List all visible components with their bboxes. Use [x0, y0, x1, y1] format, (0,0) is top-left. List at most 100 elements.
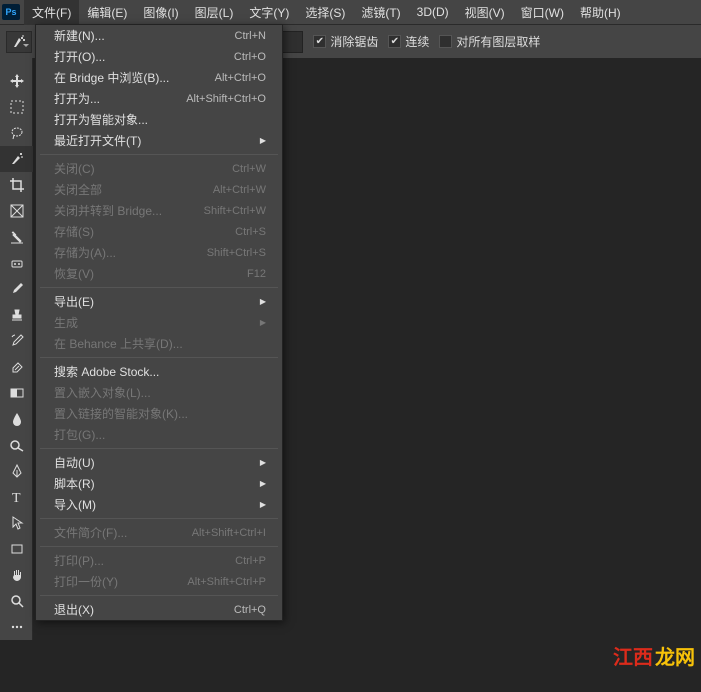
- menu-entry-label: 生成: [54, 314, 78, 331]
- all-layers-label: 对所有图层取样: [456, 33, 540, 50]
- menu-entry: 置入嵌入对象(L)...: [36, 382, 282, 403]
- menu-entry-label: 在 Bridge 中浏览(B)...: [54, 69, 169, 86]
- menu-entry[interactable]: 最近打开文件(T) ▶: [36, 130, 282, 151]
- tool-gradient[interactable]: [0, 380, 33, 406]
- menu-entry[interactable]: 新建(N)...Ctrl+N: [36, 25, 282, 46]
- menu-entry[interactable]: 退出(X) Ctrl+Q: [36, 599, 282, 620]
- menu-separator: [40, 546, 278, 547]
- menu-entry: 关闭全部Alt+Ctrl+W: [36, 179, 282, 200]
- menu-entry[interactable]: 导入(M)▶: [36, 494, 282, 515]
- menu-entry: 恢复(V)F12: [36, 263, 282, 284]
- menu-entry-shortcut: Alt+Ctrl+O: [215, 72, 266, 84]
- toolbox: T: [0, 58, 33, 640]
- menu-entry[interactable]: 打开(O)... Ctrl+O: [36, 46, 282, 67]
- menu-entry-shortcut: Ctrl+Q: [234, 604, 266, 616]
- tool-eyedropper[interactable]: [0, 224, 33, 250]
- tool-blur[interactable]: [0, 406, 33, 432]
- menu-entry-label: 自动(U): [54, 454, 95, 471]
- menu-entry: 关闭并转到 Bridge... Shift+Ctrl+W: [36, 200, 282, 221]
- menu-entry-label: 关闭并转到 Bridge...: [54, 202, 162, 219]
- tool-marquee[interactable]: [0, 94, 33, 120]
- tool-more[interactable]: [0, 614, 33, 640]
- menu-edit[interactable]: 编辑(E): [79, 0, 135, 25]
- menu-image[interactable]: 图像(I): [135, 0, 186, 25]
- menu-help[interactable]: 帮助(H): [572, 0, 629, 25]
- menu-layer[interactable]: 图层(L): [187, 0, 242, 25]
- menu-entry[interactable]: 自动(U) ▶: [36, 452, 282, 473]
- menu-filter[interactable]: 滤镜(T): [353, 0, 408, 25]
- submenu-arrow-icon: ▶: [252, 297, 266, 306]
- tool-preset-picker[interactable]: [6, 31, 32, 53]
- tool-frame[interactable]: [0, 198, 33, 224]
- tool-pen[interactable]: [0, 458, 33, 484]
- menu-type[interactable]: 文字(Y): [241, 0, 297, 25]
- tool-move[interactable]: [0, 68, 33, 94]
- antialias-checkbox[interactable]: ✔ 消除锯齿: [313, 33, 378, 50]
- menu-entry: 存储为(A)... Shift+Ctrl+S: [36, 242, 282, 263]
- tool-heal[interactable]: [0, 250, 33, 276]
- tool-zoom[interactable]: [0, 588, 33, 614]
- menu-window[interactable]: 窗口(W): [513, 0, 572, 25]
- menu-entry-shortcut: Ctrl+W: [232, 163, 266, 175]
- menu-entry-label: 退出(X): [54, 601, 94, 618]
- menu-entry[interactable]: 打开为...Alt+Shift+Ctrl+O: [36, 88, 282, 109]
- watermark-text-a: 江西: [613, 641, 653, 670]
- menu-separator: [40, 154, 278, 155]
- tool-rectangle[interactable]: [0, 536, 33, 562]
- menu-entry[interactable]: 导出(E)▶: [36, 291, 282, 312]
- menu-entry-label: 搜索 Adobe Stock...: [54, 363, 159, 380]
- check-icon: ✔: [313, 35, 326, 48]
- menu-3d[interactable]: 3D(D): [409, 1, 457, 23]
- tool-path-select[interactable]: [0, 510, 33, 536]
- watermark: 江西龙网: [613, 641, 695, 670]
- tool-dodge[interactable]: [0, 432, 33, 458]
- submenu-arrow-icon: ▶: [252, 500, 266, 509]
- menu-entry: 打印(P)...Ctrl+P: [36, 550, 282, 571]
- menu-entry-shortcut: Ctrl+O: [234, 51, 266, 63]
- menu-entry: 置入链接的智能对象(K)...: [36, 403, 282, 424]
- menu-entry-label: 存储为(A)...: [54, 244, 116, 261]
- tool-history-brush[interactable]: [0, 328, 33, 354]
- tool-stamp[interactable]: [0, 302, 33, 328]
- menu-entry-label: 置入嵌入对象(L)...: [54, 384, 151, 401]
- menu-entry[interactable]: 打开为智能对象...: [36, 109, 282, 130]
- menu-entry[interactable]: 脚本(R) ▶: [36, 473, 282, 494]
- menu-entry: 存储(S)Ctrl+S: [36, 221, 282, 242]
- menu-entry-label: 打开(O)...: [54, 48, 105, 65]
- menu-entry-label: 最近打开文件(T): [54, 132, 141, 149]
- menu-entry-shortcut: Alt+Shift+Ctrl+O: [186, 93, 266, 105]
- tool-magic-wand[interactable]: [0, 146, 33, 172]
- tool-brush[interactable]: [0, 276, 33, 302]
- menu-file[interactable]: 文件(F): [24, 0, 79, 25]
- tool-crop[interactable]: [0, 172, 33, 198]
- menu-entry[interactable]: 搜索 Adobe Stock...: [36, 361, 282, 382]
- check-icon: [439, 35, 452, 48]
- menu-entry: 关闭(C)Ctrl+W: [36, 158, 282, 179]
- menu-entry: 在 Behance 上共享(D)...: [36, 333, 282, 354]
- menu-entry-label: 新建(N)...: [54, 27, 105, 44]
- menu-view[interactable]: 视图(V): [457, 0, 513, 25]
- menu-select[interactable]: 选择(S): [297, 0, 353, 25]
- menu-entry-label: 脚本(R): [54, 475, 95, 492]
- menu-entry-shortcut: Shift+Ctrl+S: [207, 247, 266, 259]
- menu-entry-shortcut: Shift+Ctrl+W: [204, 205, 266, 217]
- menu-entry-label: 置入链接的智能对象(K)...: [54, 405, 188, 422]
- menu-entry-label: 打印一份(Y): [54, 573, 118, 590]
- tool-type[interactable]: T: [0, 484, 33, 510]
- tool-hand[interactable]: [0, 562, 33, 588]
- menu-entry-label: 关闭全部: [54, 181, 102, 198]
- menu-entry: 生成▶: [36, 312, 282, 333]
- file-menu-dropdown: 新建(N)...Ctrl+N 打开(O)... Ctrl+O 在 Bridge 中浏览…: [35, 24, 283, 621]
- tool-lasso[interactable]: [0, 120, 33, 146]
- tool-eraser[interactable]: [0, 354, 33, 380]
- submenu-arrow-icon: ▶: [252, 136, 266, 145]
- antialias-label: 消除锯齿: [330, 33, 378, 50]
- all-layers-checkbox[interactable]: 对所有图层取样: [439, 33, 540, 50]
- menu-entry[interactable]: 在 Bridge 中浏览(B)... Alt+Ctrl+O: [36, 67, 282, 88]
- submenu-arrow-icon: ▶: [252, 458, 266, 467]
- submenu-arrow-icon: ▶: [252, 479, 266, 488]
- menu-entry-shortcut: Alt+Shift+Ctrl+P: [187, 576, 266, 588]
- contiguous-checkbox[interactable]: ✔ 连续: [388, 33, 429, 50]
- menu-entry: 打包(G)...: [36, 424, 282, 445]
- menu-entry: 文件简介(F)...Alt+Shift+Ctrl+I: [36, 522, 282, 543]
